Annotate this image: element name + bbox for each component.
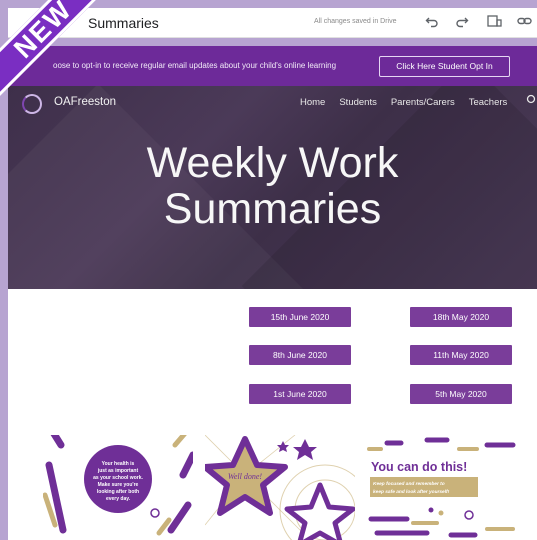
card1-line1: Your health is	[102, 461, 135, 467]
card1-line6: every day.	[106, 496, 131, 502]
card3-sub-line2: keep safe and look after yourself!	[373, 489, 450, 495]
nav-item-students[interactable]: Students	[339, 97, 377, 108]
card3-sub-line1: Keep focused and remember to	[373, 481, 445, 487]
document-title[interactable]: Summaries	[88, 15, 159, 31]
well-done-text: Well done!	[228, 472, 262, 481]
page-title-line2: Summaries	[163, 185, 382, 233]
site-logo-icon[interactable]	[22, 94, 42, 114]
page-frame: Summaries All changes saved in Drive oos…	[0, 0, 537, 540]
nav-item-parents-carers[interactable]: Parents/Carers	[391, 97, 455, 108]
optin-banner: oose to opt-in to receive regular email …	[8, 46, 537, 86]
wellbeing-card[interactable]: Your health is just as important as your…	[43, 435, 193, 540]
site-name[interactable]: OAFreeston	[54, 96, 116, 108]
search-icon[interactable]	[526, 94, 536, 108]
card3-title: You can do this!	[371, 460, 467, 474]
card1-line5: looking after both	[97, 489, 139, 495]
summary-button-15th-june[interactable]: 15th June 2020	[249, 307, 351, 327]
card1-line3: as your school work.	[93, 475, 143, 481]
page-title-line1: Weekly Work	[146, 139, 399, 187]
link-icon[interactable]	[516, 14, 532, 30]
page-title: Weekly Work Summaries	[8, 140, 537, 232]
hero-banner: OAFreeston Home Students Parents/Carers …	[8, 86, 537, 289]
well-done-card[interactable]: Well done!	[205, 435, 355, 540]
summary-button-5th-may[interactable]: 5th May 2020	[410, 384, 512, 404]
card1-line2: just as important	[97, 468, 139, 474]
preview-icon[interactable]	[486, 14, 502, 30]
optin-message: oose to opt-in to receive regular email …	[53, 61, 337, 70]
card1-line4: Make sure you're	[98, 482, 139, 488]
undo-icon[interactable]	[424, 14, 440, 30]
student-optin-button[interactable]: Click Here Student Opt In	[379, 56, 510, 77]
redo-icon[interactable]	[454, 14, 470, 30]
save-status: All changes saved in Drive	[314, 18, 397, 25]
nav-item-teachers[interactable]: Teachers	[469, 97, 508, 108]
nav-item-home[interactable]: Home	[300, 97, 325, 108]
editor-toolbar: Summaries All changes saved in Drive	[8, 8, 537, 38]
summary-button-18th-may[interactable]: 18th May 2020	[410, 307, 512, 327]
main-content: 15th June 2020 8th June 2020 1st June 20…	[8, 289, 537, 540]
you-can-do-this-card[interactable]: You can do this! Keep focused and rememb…	[367, 435, 517, 540]
summary-button-8th-june[interactable]: 8th June 2020	[249, 345, 351, 365]
summary-button-1st-june[interactable]: 1st June 2020	[249, 384, 351, 404]
site-navigation: Home Students Parents/Carers Teachers	[300, 97, 521, 108]
summary-button-11th-may[interactable]: 11th May 2020	[410, 345, 512, 365]
